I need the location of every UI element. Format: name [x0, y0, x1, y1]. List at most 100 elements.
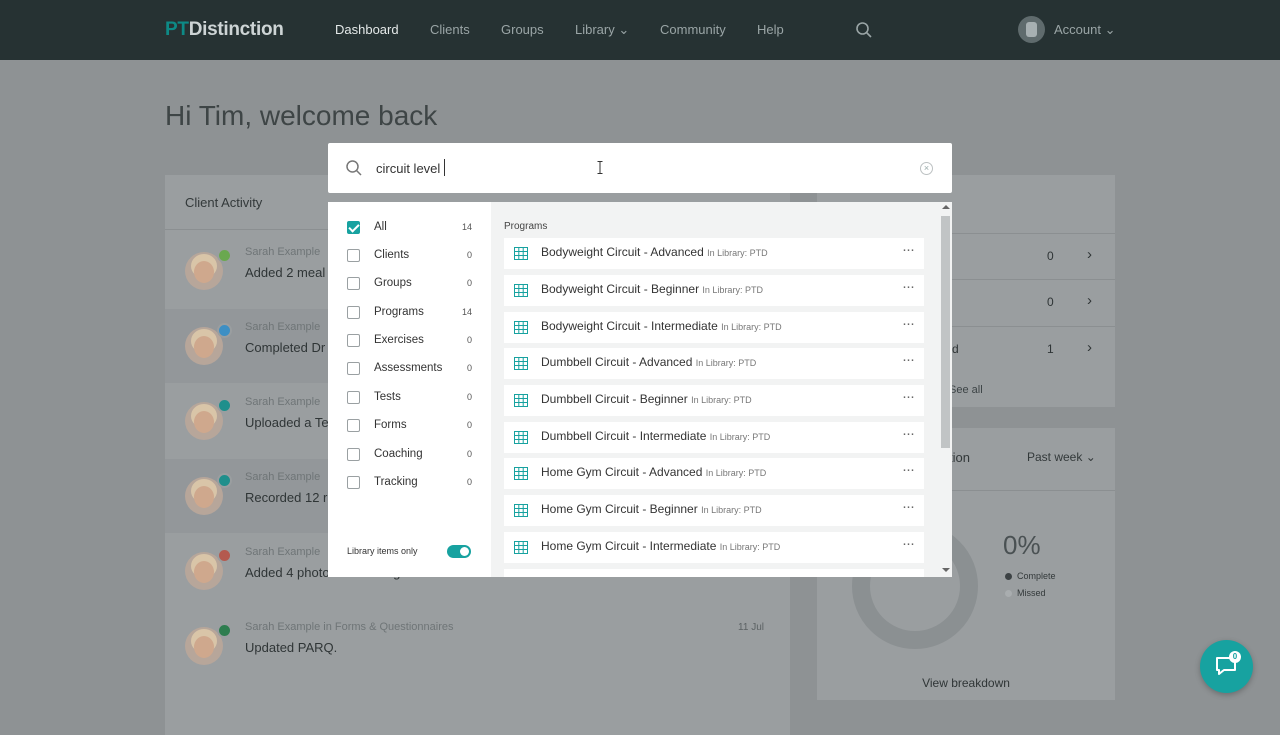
- program-result[interactable]: Home Gym Circuit - Advanced In Library: …: [504, 458, 924, 489]
- library-only-toggle[interactable]: [447, 545, 471, 558]
- meal-icon: [217, 248, 232, 263]
- period-dropdown[interactable]: Past week ⌄: [1027, 450, 1096, 464]
- result-title: Dumbbell Circuit - Advanced In Library: …: [541, 355, 757, 369]
- activity-text: Completed Dr: [245, 340, 326, 355]
- program-result[interactable]: Home Gym Circuit - Intermediate In Libra…: [504, 532, 924, 563]
- more-options-icon[interactable]: ···: [902, 388, 915, 405]
- more-options-icon[interactable]: ···: [902, 535, 915, 552]
- result-title: Home Gym Circuit - Intermediate In Libra…: [541, 539, 781, 553]
- clear-search-icon[interactable]: ×: [920, 162, 933, 175]
- program-grid-icon: [514, 284, 528, 297]
- ptdistinction-logo[interactable]: PTDistinction: [165, 19, 284, 41]
- filter-groups[interactable]: Groups 0: [347, 274, 472, 294]
- activity-meta: Sarah Example: [245, 396, 321, 408]
- checkbox[interactable]: [347, 249, 360, 262]
- nav-library[interactable]: Library ⌄: [575, 22, 629, 38]
- checkbox[interactable]: [347, 362, 360, 375]
- chat-unread-badge: 0: [1229, 651, 1241, 663]
- program-grid-icon: [514, 467, 528, 480]
- grid-icon: [217, 473, 232, 488]
- nav-community[interactable]: Community: [660, 22, 726, 37]
- filter-tests[interactable]: Tests 0: [347, 388, 472, 408]
- more-options-icon[interactable]: ···: [902, 315, 915, 332]
- result-title: Dumbbell Circuit - Beginner In Library: …: [541, 392, 752, 406]
- program-result[interactable]: Bodyweight Circuit - Advanced In Library…: [504, 238, 924, 269]
- nav-clients[interactable]: Clients: [430, 22, 470, 37]
- program-grid-icon: [514, 431, 528, 444]
- program-grid-icon: [514, 321, 528, 334]
- filter-exercises[interactable]: Exercises 0: [347, 331, 472, 351]
- activity-meta: Sarah Example: [245, 321, 321, 333]
- results-heading: Programs: [504, 221, 548, 232]
- account-menu[interactable]: Account ⌄: [1054, 22, 1115, 38]
- page-greeting: Hi Tim, welcome back: [165, 100, 438, 131]
- program-result[interactable]: Dumbbell Circuit - Advanced In Library: …: [504, 348, 924, 379]
- program-grid-icon: [514, 357, 528, 370]
- checkbox-checked[interactable]: [347, 221, 360, 234]
- activity-meta: Sarah Example: [245, 471, 321, 483]
- client-activity-title: Client Activity: [185, 195, 263, 210]
- activity-row[interactable]: Sarah Example in Forms & Questionnaires …: [165, 609, 790, 683]
- checkbox[interactable]: [347, 391, 360, 404]
- activity-meta: Sarah Example in Forms & Questionnaires: [245, 621, 454, 633]
- program-grid-icon: [514, 541, 528, 554]
- filter-clients[interactable]: Clients 0: [347, 246, 472, 266]
- filter-tracking[interactable]: Tracking 0: [347, 473, 472, 493]
- program-result-partial[interactable]: [504, 569, 924, 577]
- nav-help[interactable]: Help: [757, 22, 784, 37]
- scrollbar-thumb[interactable]: [941, 216, 950, 448]
- filter-all[interactable]: All 14: [347, 218, 472, 238]
- search-input[interactable]: [376, 156, 876, 180]
- grid-icon: [217, 398, 232, 413]
- more-options-icon[interactable]: ···: [902, 425, 915, 442]
- more-options-icon[interactable]: ···: [902, 498, 915, 515]
- checkbox[interactable]: [347, 448, 360, 461]
- summary-value: 0: [1047, 249, 1054, 263]
- filter-assessments[interactable]: Assessments 0: [347, 359, 472, 379]
- filter-programs[interactable]: Programs 14: [347, 303, 472, 323]
- checkbox[interactable]: [347, 419, 360, 432]
- program-result[interactable]: Dumbbell Circuit - Beginner In Library: …: [504, 385, 924, 416]
- more-options-icon[interactable]: ···: [902, 241, 915, 258]
- scroll-up-icon[interactable]: [942, 205, 950, 209]
- top-navbar: PTDistinction Dashboard Clients Groups L…: [0, 0, 1280, 60]
- checkbox[interactable]: [347, 277, 360, 290]
- nav-dashboard[interactable]: Dashboard: [335, 22, 399, 37]
- text-cursor-icon: [597, 161, 603, 174]
- completion-percent: 0%: [1003, 530, 1041, 560]
- library-only-label: Library items only: [347, 546, 418, 556]
- completion-title: tion: [949, 450, 970, 465]
- global-search-bar: ×: [328, 143, 952, 193]
- activity-text: Added 2 meal: [245, 265, 326, 280]
- nav-groups[interactable]: Groups: [501, 22, 544, 37]
- activity-text: Uploaded a Te: [245, 415, 329, 430]
- search-results-panel: All 14 Clients 0 Groups 0 Programs 14 Exerci…: [328, 202, 952, 577]
- checkbox[interactable]: [347, 476, 360, 489]
- program-result[interactable]: Dumbbell Circuit - Intermediate In Libra…: [504, 422, 924, 453]
- legend-complete: Complete: [1017, 571, 1056, 581]
- program-result[interactable]: Bodyweight Circuit - Beginner In Library…: [504, 275, 924, 306]
- chat-button[interactable]: 0: [1200, 640, 1253, 693]
- filter-coaching[interactable]: Coaching 0: [347, 445, 472, 465]
- filter-forms[interactable]: Forms 0: [347, 416, 472, 436]
- checkbox[interactable]: [347, 306, 360, 319]
- more-options-icon[interactable]: ···: [902, 461, 915, 478]
- activity-text: Updated PARQ.: [245, 640, 338, 655]
- view-breakdown-link[interactable]: View breakdown: [817, 676, 1115, 690]
- program-grid-icon: [514, 247, 528, 260]
- scroll-down-icon[interactable]: [942, 568, 950, 572]
- chevron-right-icon: ›: [1087, 292, 1092, 309]
- program-result[interactable]: Bodyweight Circuit - Intermediate In Lib…: [504, 312, 924, 343]
- complete-dot: [1005, 573, 1012, 580]
- see-all-link[interactable]: See all: [949, 384, 983, 396]
- checkbox[interactable]: [347, 334, 360, 347]
- result-title: Bodyweight Circuit - Beginner In Library…: [541, 282, 763, 296]
- more-options-icon[interactable]: ···: [902, 351, 915, 368]
- program-result[interactable]: Home Gym Circuit - Beginner In Library: …: [504, 495, 924, 526]
- more-options-icon[interactable]: ···: [902, 278, 915, 295]
- activity-meta: Sarah Example: [245, 246, 321, 258]
- account-avatar[interactable]: [1018, 16, 1045, 43]
- search-icon[interactable]: [855, 21, 873, 39]
- activity-meta: Sarah Example: [245, 546, 321, 558]
- form-icon: [217, 623, 232, 638]
